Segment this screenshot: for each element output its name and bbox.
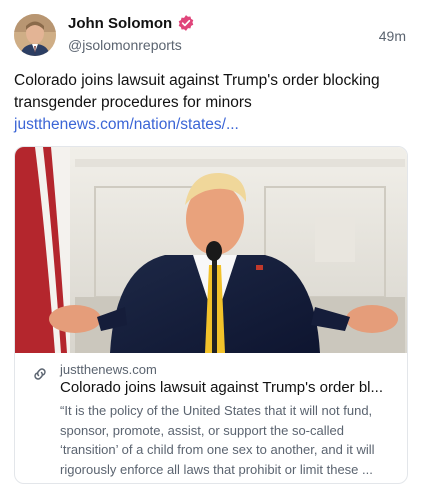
card-description: “It is the policy of the United States t… xyxy=(60,403,375,477)
post-link[interactable]: justthenews.com/nation/states/... xyxy=(14,116,239,133)
card-domain: justthenews.com xyxy=(60,362,157,377)
author-name-text: John Solomon xyxy=(68,14,173,32)
avatar-image xyxy=(14,14,56,56)
post-body: Colorado joins lawsuit against Trump's o… xyxy=(14,72,380,111)
post-text: Colorado joins lawsuit against Trump's o… xyxy=(14,70,410,136)
post-timestamp[interactable]: 49m xyxy=(379,28,406,44)
author-name[interactable]: John Solomon xyxy=(68,14,195,32)
link-icon xyxy=(31,365,49,383)
author-handle[interactable]: @jsolomonreports xyxy=(68,37,182,53)
verified-badge-icon xyxy=(177,14,195,32)
preview-image xyxy=(15,147,407,353)
avatar[interactable] xyxy=(14,14,56,56)
post: John Solomon @jsolomonreports 49m Colora… xyxy=(0,0,422,500)
card-title[interactable]: Colorado joins lawsuit against Trump's o… xyxy=(60,379,396,396)
link-preview-card[interactable]: justthenews.com Colorado joins lawsuit a… xyxy=(14,146,408,484)
